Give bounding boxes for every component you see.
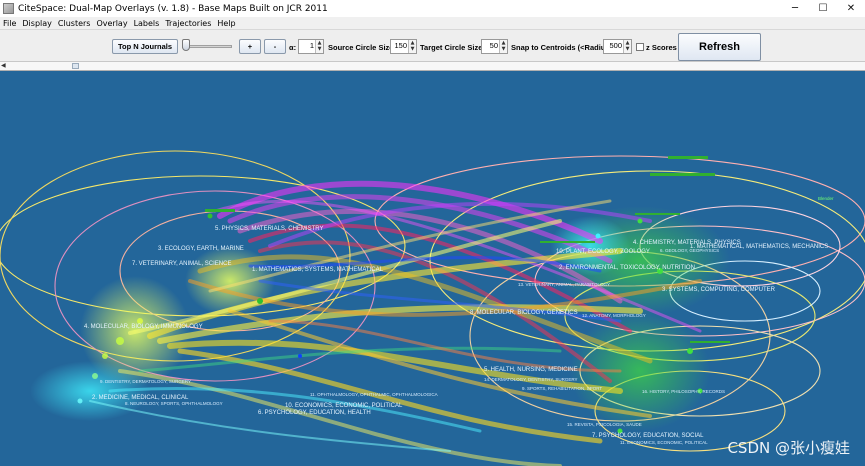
map-label: 16. HISTORY, PHILOSOPHY, RECORDS (642, 389, 725, 394)
map-label: 4. MOLECULAR, BIOLOGY, IMMUNOLOGY (84, 324, 203, 330)
map-label: 6. PSYCHOLOGY, EDUCATION, HEALTH (258, 410, 371, 416)
menu-trajectories[interactable]: Trajectories (162, 19, 214, 28)
scroll-thumb[interactable] (72, 63, 79, 69)
app-icon (3, 3, 14, 14)
scroll-left-icon[interactable]: ◀ (1, 62, 6, 69)
alpha-value: 1 (309, 41, 314, 50)
plus-button[interactable]: + (239, 39, 261, 54)
map-label: 10. ECONOMICS, ECONOMIC, POLITICAL (285, 403, 403, 409)
spinner-arrows-icon[interactable]: ▲ ▼ (499, 40, 507, 53)
map-label: 15. REVISTA, PSICOLOGIA, SAUDE (567, 422, 642, 427)
map-label: 6. GEOLOGY, GEOPHYSICS (660, 248, 720, 253)
map-label: 7. VETERINARY, ANIMAL, SCIENCE (132, 261, 232, 267)
window-title: CiteSpace: Dual-Map Overlays (v. 1.8) - … (18, 3, 328, 14)
horizontal-scrollbar[interactable]: ◀ (0, 62, 865, 71)
spinner-arrows-icon[interactable]: ▲ ▼ (623, 40, 631, 53)
map-label: 9. SPORTS, REHABILITATION, SPORT (522, 386, 603, 391)
window-controls: ─ ☐ ✕ (781, 0, 865, 17)
snap-radius-value: 500 (609, 41, 622, 50)
map-label: 2. ENVIRONMENTAL, TOXICOLOGY, NUTRITION (559, 265, 695, 271)
toolbar: Top N Journals + - α: 1 ▲ ▼ Source Circle… (0, 29, 865, 62)
dual-map-canvas[interactable]: 5. PHYSICS, MATERIALS, CHEMISTRY 3. ECOL… (0, 71, 865, 466)
map-label: 9. DENTISTRY, DERMATOLOGY, SURGERY (100, 379, 192, 384)
menu-labels[interactable]: Labels (131, 19, 163, 28)
target-circle-value: 50 (489, 41, 498, 50)
menu-clusters[interactable]: Clusters (55, 19, 94, 28)
slider-thumb[interactable] (182, 39, 190, 51)
map-label: 8. NEUROLOGY, SPORTS, OPHTHALMOLOGY (125, 401, 223, 406)
refresh-button[interactable]: Refresh (678, 33, 761, 61)
source-circle-value: 150 (394, 41, 407, 50)
map-label: Blender (818, 196, 834, 201)
menu-display[interactable]: Display (19, 19, 55, 28)
minus-button[interactable]: - (264, 39, 286, 54)
map-label: 5. HEALTH, NURSING, MEDICINE (484, 367, 578, 373)
map-label: 8. MOLECULAR, BIOLOGY, GENETICS (470, 310, 578, 316)
top-n-journals-button[interactable]: Top N Journals (112, 39, 178, 54)
snap-centroids-label: Snap to Centroids (<Radius): (511, 43, 615, 52)
map-label: 3. ECOLOGY, EARTH, MARINE (158, 246, 244, 252)
map-label: 10. PLANT, ECOLOGY, ZOOLOGY (556, 249, 650, 255)
target-circle-label: Target Circle Size: (420, 43, 485, 52)
window-titlebar: CiteSpace: Dual-Map Overlays (v. 1.8) - … (0, 0, 865, 17)
alpha-label: α: (289, 43, 297, 52)
alpha-slider[interactable] (182, 39, 232, 53)
spinner-arrows-icon[interactable]: ▲ ▼ (408, 40, 416, 53)
target-circle-spinner[interactable]: 50 ▲ ▼ (481, 39, 508, 54)
map-label: 11. ECONOMICS, ECONOMIC, POLITICAL (620, 440, 708, 445)
map-label: 3. SYSTEMS, COMPUTING, COMPUTER (662, 287, 776, 293)
map-label: 11. OPHTHALMOLOGY, OPHTHALMIC, OPHTHALMO… (310, 392, 438, 397)
menu-help[interactable]: Help (214, 19, 238, 28)
menu-bar: File Display Clusters Overlay Labels Tra… (0, 17, 865, 29)
snap-radius-spinner[interactable]: 500 ▲ ▼ (603, 39, 632, 54)
z-scores-label: z Scores (646, 43, 677, 52)
map-label: 12. ANATOMY, MORPHOLOGY (582, 313, 646, 318)
map-label: 7. PSYCHOLOGY, EDUCATION, SOCIAL (592, 433, 704, 439)
menu-overlay[interactable]: Overlay (93, 19, 130, 28)
map-label: 5. PHYSICS, MATERIALS, CHEMISTRY (215, 226, 324, 232)
map-label: 1. MATHEMATICS, SYSTEMS, MATHEMATICAL (252, 267, 383, 273)
map-label: 14. DERMATOLOGY, DENTISTRY, SURGERY (484, 377, 578, 382)
maximize-button[interactable]: ☐ (809, 0, 837, 17)
source-circle-label: Source Circle Size: (328, 43, 396, 52)
minimize-button[interactable]: ─ (781, 0, 809, 17)
alpha-spinner[interactable]: 1 ▲ ▼ (298, 39, 324, 54)
csdn-watermark: CSDN @张小瘦娃 (727, 439, 850, 457)
spinner-arrows-icon[interactable]: ▲ ▼ (315, 40, 323, 53)
menu-file[interactable]: File (0, 19, 19, 28)
close-button[interactable]: ✕ (837, 0, 865, 17)
map-label: 13. VETERINARY, ANIMAL, PARASITOLOGY (518, 282, 610, 287)
z-scores-checkbox[interactable] (636, 43, 644, 51)
overlay-graphics (0, 150, 865, 466)
source-circle-spinner[interactable]: 150 ▲ ▼ (390, 39, 417, 54)
